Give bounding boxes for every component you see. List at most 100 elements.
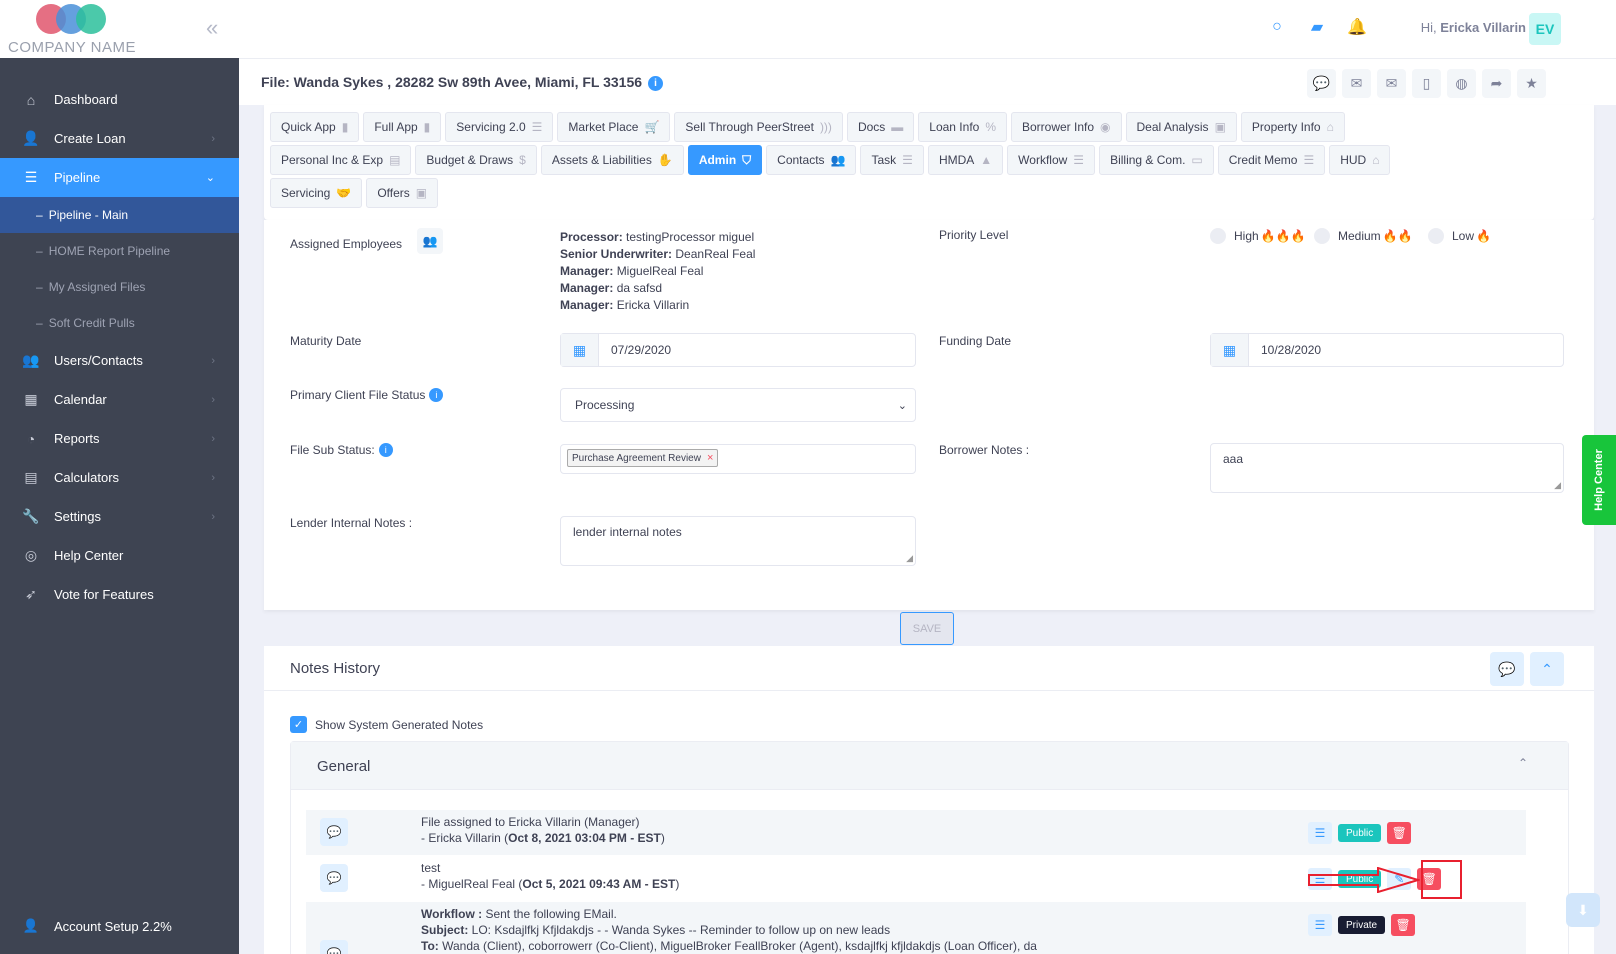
show-system-notes-checkbox[interactable]: ✓ Show System Generated Notes xyxy=(290,716,483,733)
employee-entry: Manager: Ericka Villarin xyxy=(560,298,690,312)
tab-offers[interactable]: Offers ▣ xyxy=(366,178,439,208)
general-header[interactable]: General ⌃ xyxy=(291,742,1568,790)
chevron-up-icon[interactable]: ⌃ xyxy=(1530,652,1564,686)
info-icon[interactable]: i xyxy=(429,388,444,402)
mail-open-icon[interactable]: ✉ xyxy=(1377,69,1406,98)
sidebar-item-create-loan[interactable]: 👤 Create Loan › xyxy=(0,119,239,158)
scroll-top-icon[interactable]: ⬇ xyxy=(1566,893,1600,927)
tab-assets-liabilities[interactable]: Assets & Liabilities ✋ xyxy=(540,145,684,175)
calendar-icon[interactable]: ▦ xyxy=(1211,334,1249,366)
file-icon: ▮ xyxy=(341,120,349,134)
collapse-sidebar-icon[interactable]: « xyxy=(206,15,218,41)
status-badge[interactable]: Private xyxy=(1338,916,1386,934)
priority-low-radio[interactable]: Low 🔥 xyxy=(1428,228,1491,244)
handshake-icon: 🤝 xyxy=(336,186,352,200)
tab-hud[interactable]: HUD ⌂ xyxy=(1329,145,1391,175)
remove-icon[interactable]: × xyxy=(707,452,713,464)
tab-borrower-info[interactable]: Borrower Info ◉ xyxy=(1011,112,1122,142)
tab-billing[interactable]: Billing & Com. ▭ xyxy=(1099,145,1214,175)
document-icon[interactable]: ▯ xyxy=(1412,69,1441,98)
primary-status-select[interactable]: Processing ⌄ xyxy=(560,388,916,422)
resize-handle[interactable]: ◢ xyxy=(906,553,913,564)
help-center-tab[interactable]: Help Center xyxy=(1582,435,1616,525)
chat-icon: 💬 xyxy=(320,940,348,954)
employee-entry: Senior Underwriter: DeanReal Feal xyxy=(560,247,756,261)
tab-quick-app[interactable]: Quick App ▮ xyxy=(270,112,360,142)
tab-hmda[interactable]: HMDA ▲ xyxy=(927,145,1004,175)
info-icon[interactable]: i xyxy=(378,443,393,457)
tab-budget-draws[interactable]: Budget & Draws $ xyxy=(415,145,537,175)
calendar-icon[interactable]: ▦ xyxy=(561,334,599,366)
sidebar-item-users-contacts[interactable]: 👥 Users/Contacts › xyxy=(0,341,239,380)
chat-icon[interactable]: 💬 xyxy=(1307,69,1336,98)
sidebar-item-calculators[interactable]: ▤ Calculators › xyxy=(0,458,239,497)
tab-personal-inc-exp[interactable]: Personal Inc & Exp ▤ xyxy=(270,145,412,175)
sidebar-item-pipeline[interactable]: ☰ Pipeline ⌄ xyxy=(0,158,239,197)
save-button[interactable]: SAVE xyxy=(900,612,954,645)
gift-icon: ▣ xyxy=(1214,120,1226,134)
search-icon[interactable]: ○ xyxy=(1268,18,1286,36)
assign-employees-icon[interactable]: 👥 xyxy=(417,228,443,254)
tab-servicing[interactable]: Servicing 🤝 xyxy=(270,178,363,208)
sidebar: COMPANY NAME « ⌂ Dashboard 👤 Create Loan › … xyxy=(0,0,239,954)
status-badge[interactable]: Public xyxy=(1338,824,1382,842)
funding-date-field[interactable]: ▦ 10/28/2020 xyxy=(1210,333,1564,367)
calendar-icon: ▦ xyxy=(24,391,38,407)
trash-icon[interactable]: 🗑 xyxy=(1391,914,1416,936)
borrower-notes-label: Borrower Notes : xyxy=(939,443,1030,457)
notes-icon[interactable]: ▰ xyxy=(1308,18,1326,36)
tab-admin[interactable]: Admin ⛉ xyxy=(687,145,763,175)
notes-header: Notes History 💬 ⌃ xyxy=(264,646,1594,691)
tab-sell-peerstreet[interactable]: Sell Through PeerStreet))) xyxy=(674,112,843,142)
info-icon[interactable]: i xyxy=(648,76,664,91)
tab-workflow[interactable]: Workflow ☰ xyxy=(1007,145,1096,175)
rss-icon: ))) xyxy=(819,120,832,134)
sidebar-item-soft-credit-pulls[interactable]: – Soft Credit Pulls xyxy=(0,305,239,341)
tab-full-app[interactable]: Full App ▮ xyxy=(363,112,442,142)
credit-card-icon: ▭ xyxy=(1191,153,1203,167)
sidebar-item-pipeline-main[interactable]: – Pipeline - Main xyxy=(0,197,239,233)
tab-servicing-2[interactable]: Servicing 2.0 ☰ xyxy=(445,112,554,142)
avatar[interactable]: EV xyxy=(1529,13,1561,45)
tab-deal-analysis[interactable]: Deal Analysis ▣ xyxy=(1125,112,1237,142)
employee-list: Processor: testingProcessor miguel Senio… xyxy=(560,229,755,314)
bell-icon[interactable]: 🔔 xyxy=(1347,18,1367,36)
sidebar-item-reports[interactable]: ◔ Reports › xyxy=(0,419,239,458)
lender-notes-textarea[interactable]: lender internal notes ◢ xyxy=(560,516,916,566)
sub-status-select[interactable]: Purchase Agreement Review × xyxy=(560,444,916,474)
tab-property-info[interactable]: Property Info ⌂ xyxy=(1240,112,1345,142)
tab-task[interactable]: Task ☰ xyxy=(860,145,924,175)
sidebar-item-home-report-pipeline[interactable]: – HOME Report Pipeline xyxy=(0,233,239,269)
maturity-date-field[interactable]: ▦ 07/29/2020 xyxy=(560,333,916,367)
user-greeting[interactable]: Hi, Ericka Villarin xyxy=(1421,20,1526,35)
tab-credit-memo[interactable]: Credit Memo ☰ xyxy=(1217,145,1326,175)
maturity-date-label: Maturity Date xyxy=(290,334,362,348)
priority-high-radio[interactable]: High 🔥🔥🔥 xyxy=(1210,228,1306,244)
chevron-up-icon[interactable]: ⌃ xyxy=(1518,756,1528,770)
chat-icon[interactable]: 💬 xyxy=(1490,652,1524,686)
priority-medium-radio[interactable]: Medium 🔥🔥 xyxy=(1314,228,1413,244)
tab-loan-info[interactable]: Loan Info% xyxy=(918,112,1007,142)
sidebar-item-my-assigned-files[interactable]: – My Assigned Files xyxy=(0,269,239,305)
sidebar-item-settings[interactable]: 🔧 Settings › xyxy=(0,497,239,536)
borrower-notes-textarea[interactable]: aaa ◢ xyxy=(1210,443,1564,493)
tab-contacts[interactable]: Contacts 👥 xyxy=(766,145,857,175)
tab-docs[interactable]: Docs ▬ xyxy=(846,112,915,142)
share-icon[interactable]: ➦ xyxy=(1482,69,1511,98)
trash-icon[interactable]: 🗑 xyxy=(1387,822,1412,844)
checklist-icon[interactable]: ☰ xyxy=(1308,822,1332,844)
checklist-icon[interactable]: ☰ xyxy=(1308,914,1332,936)
sidebar-item-calendar[interactable]: ▦ Calendar › xyxy=(0,380,239,419)
mail-icon[interactable]: ✉ xyxy=(1342,69,1371,98)
tab-market-place[interactable]: Market Place 🛒 xyxy=(557,112,671,142)
sidebar-item-vote-features[interactable]: ➶ Vote for Features xyxy=(0,575,239,614)
account-setup[interactable]: 👤 Account Setup 2.2% xyxy=(22,918,172,934)
star-icon[interactable]: ★ xyxy=(1517,69,1546,98)
globe-icon[interactable]: ◍ xyxy=(1447,69,1476,98)
shield-icon: ⛉ xyxy=(742,152,752,167)
sidebar-item-dashboard[interactable]: ⌂ Dashboard xyxy=(0,80,239,119)
fire-icon: 🔥🔥🔥 xyxy=(1260,229,1306,243)
hand-money-icon: ✋ xyxy=(657,153,673,167)
resize-handle[interactable]: ◢ xyxy=(1554,480,1561,491)
sidebar-item-help-center[interactable]: ◎ Help Center xyxy=(0,536,239,575)
